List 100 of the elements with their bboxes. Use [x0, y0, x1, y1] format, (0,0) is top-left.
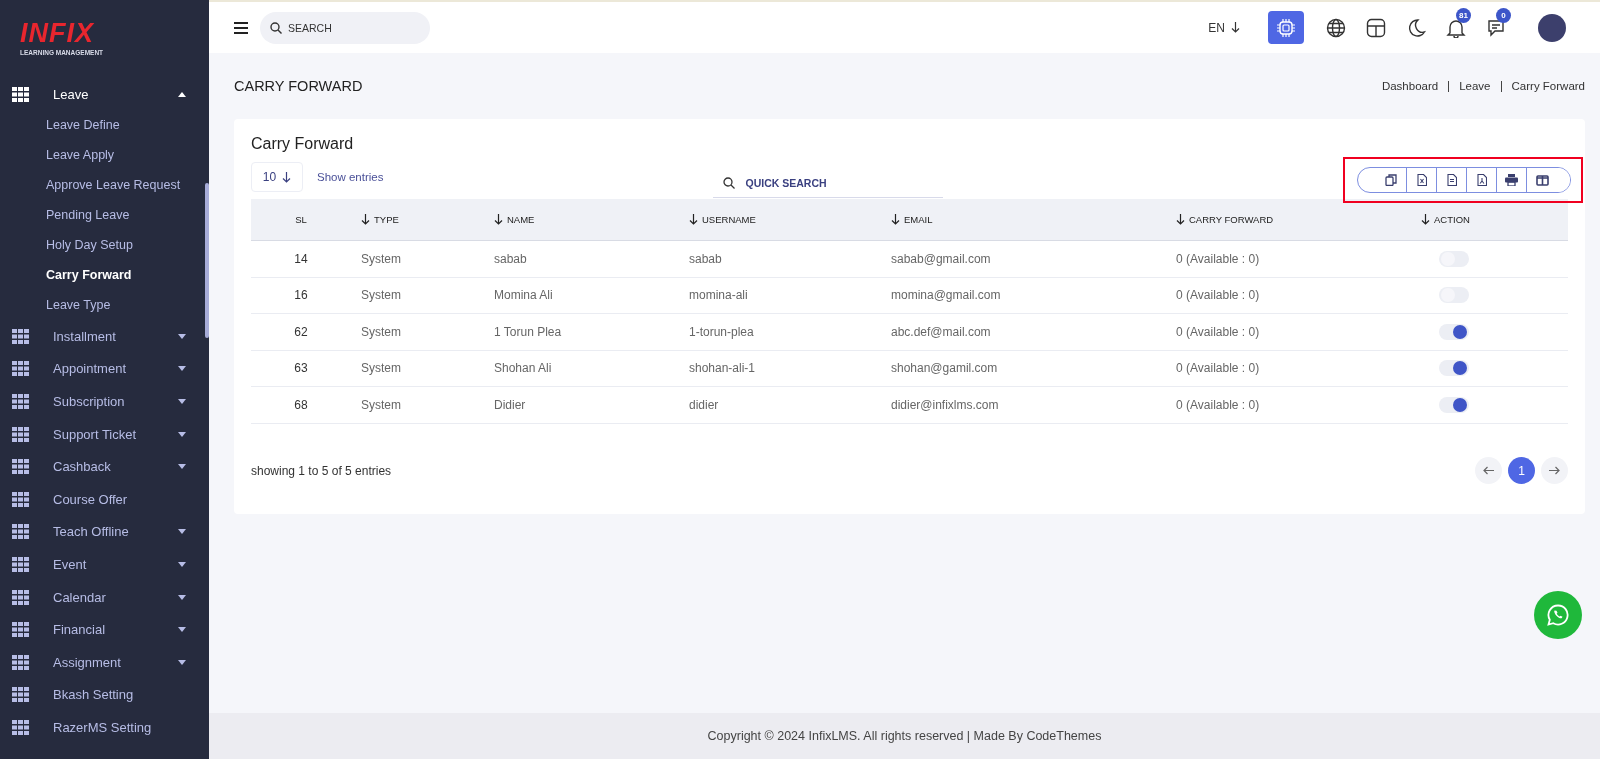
column-header[interactable]: CARRY FORWARD	[1189, 214, 1274, 225]
sort-arrow-icon[interactable]	[689, 214, 698, 225]
menu-icon[interactable]	[234, 21, 248, 34]
sidebar-item[interactable]: Course Offer	[0, 482, 209, 516]
arrow-down-icon	[1231, 22, 1240, 33]
sidebar-subitem[interactable]: Leave Define	[0, 110, 209, 140]
grid-icon	[12, 719, 29, 735]
sidebar-item[interactable]: Assignment	[0, 645, 209, 679]
previous-page-button[interactable]	[1475, 457, 1502, 484]
sort-arrow-icon[interactable]	[891, 214, 900, 225]
sidebar-item[interactable]: Calendar	[0, 580, 209, 614]
sidebar-subitem[interactable]: Holy Day Setup	[0, 230, 209, 260]
column-header[interactable]: TYPE	[374, 214, 399, 225]
table-cell-text: sabab@gmail.com	[890, 251, 992, 266]
entries-summary: showing 1 to 5 of 5 entries	[251, 463, 392, 478]
table-cell-text: System	[360, 251, 402, 266]
whatsapp-button[interactable]	[1534, 591, 1582, 639]
table-cell-text: Shohan Ali	[493, 361, 553, 376]
column-header[interactable]: ACTION	[1434, 214, 1470, 225]
sidebar-item[interactable]: Cashback	[0, 450, 209, 483]
language-dropdown[interactable]: EN	[1208, 20, 1240, 35]
table-cell-text: 62	[293, 324, 309, 339]
status-toggle[interactable]	[1439, 396, 1469, 413]
copy-icon	[1385, 174, 1397, 186]
sidebar-item[interactable]: Appointment	[0, 352, 209, 386]
table-cell-text: System	[360, 324, 402, 339]
caret-down-icon	[178, 561, 186, 567]
breadcrumb-link[interactable]: Leave	[1459, 80, 1491, 92]
sidebar-subitem[interactable]: Leave Type	[0, 290, 209, 320]
column-visibility-button[interactable]	[1526, 168, 1570, 192]
sidebar-subitem[interactable]: Carry Forward	[0, 260, 209, 290]
quick-search-field[interactable]: QUICK SEARCH	[713, 168, 944, 198]
column-header[interactable]: USERNAME	[702, 214, 756, 225]
caret-down-icon	[178, 464, 186, 470]
message-count: 0	[1496, 7, 1511, 23]
grid-icon	[12, 459, 29, 475]
sidebar-item[interactable]: RazerMS Setting	[0, 711, 209, 744]
bell-icon[interactable]	[1446, 17, 1466, 38]
status-toggle[interactable]	[1439, 323, 1469, 340]
sort-arrow-icon[interactable]	[1421, 214, 1430, 225]
sort-arrow-icon[interactable]	[1176, 214, 1185, 225]
caret-down-icon	[178, 529, 186, 535]
sort-arrow-icon[interactable]	[494, 214, 503, 225]
search-field[interactable]: SEARCH	[260, 11, 430, 44]
sidebar-item[interactable]: Installment	[0, 320, 209, 353]
columns-icon	[1536, 174, 1549, 186]
sidebar-item[interactable]: Support Ticket	[0, 417, 209, 451]
column-header[interactable]: SL	[295, 214, 307, 225]
logo-text: INFIX	[20, 20, 95, 47]
printer-icon	[1505, 174, 1518, 186]
grid-icon	[12, 556, 29, 572]
sidebar-item[interactable]: Financial	[0, 613, 209, 646]
next-page-button[interactable]	[1541, 457, 1568, 484]
caret-down-icon	[178, 431, 186, 437]
table-cell-text: momina@gmail.com	[890, 288, 1002, 303]
sidebar-item[interactable]: Leave	[0, 78, 209, 110]
sidebar-item[interactable]: Teach Offline	[0, 515, 209, 549]
grid-icon	[12, 654, 29, 670]
table-cell-text: 63	[293, 361, 309, 376]
table-cell-text: 0 (Available : 0)	[1175, 361, 1261, 376]
layout-icon[interactable]	[1366, 17, 1386, 38]
sidebar-item[interactable]: Bkash Setting	[0, 678, 209, 712]
sidebar-subitem[interactable]: Approve Leave Request	[0, 170, 209, 200]
table-cell-text: 0 (Available : 0)	[1175, 324, 1261, 339]
column-header[interactable]: NAME	[507, 214, 535, 225]
table-cell-text: System	[360, 397, 402, 412]
table-cell-text: momina-ali	[688, 288, 749, 303]
moon-icon[interactable]	[1406, 17, 1426, 38]
table-cell-text: 1-torun-plea	[688, 324, 755, 339]
grid-icon	[12, 361, 29, 377]
page-button[interactable]: 1	[1508, 457, 1535, 484]
table-cell-text: shohan-ali-1	[688, 361, 757, 376]
sidebar-subitem[interactable]: Pending Leave	[0, 200, 209, 230]
table-cell-text: System	[360, 288, 402, 303]
table-cell-text: 0 (Available : 0)	[1175, 251, 1261, 266]
grid-icon	[12, 328, 29, 344]
breadcrumb-link[interactable]: Carry Forward	[1511, 80, 1585, 92]
caret-down-icon	[178, 594, 186, 600]
globe-icon[interactable]	[1326, 17, 1346, 38]
card-title: Carry Forward	[251, 135, 355, 153]
arrow-left-icon	[1483, 466, 1494, 475]
sidebar-subitem[interactable]: Leave Apply	[0, 140, 209, 170]
breadcrumb-link[interactable]: Dashboard	[1381, 80, 1439, 92]
column-header[interactable]: EMAIL	[904, 214, 933, 225]
sort-arrow-icon[interactable]	[361, 214, 370, 225]
table-cell-text: 16	[293, 288, 309, 303]
page-size-select[interactable]: 10	[251, 162, 303, 192]
chat-icon[interactable]	[1486, 17, 1506, 38]
show-entries-label: Show entries	[317, 171, 384, 183]
status-toggle[interactable]	[1439, 360, 1469, 377]
ai-chip-button[interactable]	[1268, 11, 1304, 44]
avatar[interactable]	[1538, 13, 1566, 42]
table-cell-text: 0 (Available : 0)	[1175, 397, 1261, 412]
grid-icon	[12, 524, 29, 540]
table-cell-text: didier@infixlms.com	[890, 397, 1000, 412]
table-cell-text: 14	[293, 251, 309, 266]
sidebar-item[interactable]: Subscription	[0, 385, 209, 418]
table-cell-text: Didier	[493, 397, 527, 412]
sidebar-item[interactable]: Event	[0, 548, 209, 581]
table-cell-text: 68	[293, 397, 309, 412]
